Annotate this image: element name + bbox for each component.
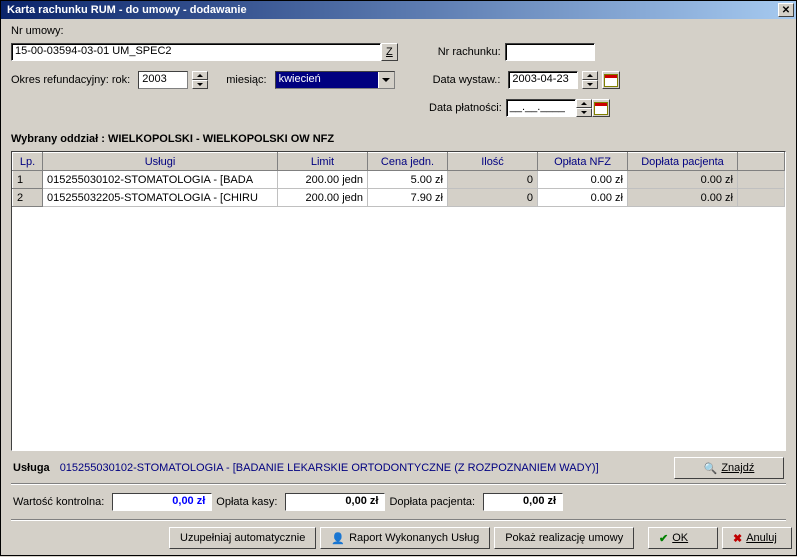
issue-date-input[interactable]: 2003-04-23 <box>508 71 578 89</box>
col-qty[interactable]: Ilość <box>448 153 538 171</box>
report-button[interactable]: 👤 Raport Wykonanych Usług <box>320 527 490 549</box>
branch-text: Wybrany oddział : WIELKOPOLSKI - WIELKOP… <box>5 127 792 151</box>
contract-input[interactable]: 15-00-03594-03-01 UM_SPEC2 <box>11 43 381 61</box>
year-field[interactable]: 2003 <box>138 71 188 89</box>
table-row[interactable]: 1015255030102-STOMATOLOGIA - [BADA200.00… <box>13 171 785 189</box>
refund-label: Okres refundacyjny: rok: <box>11 74 130 86</box>
pay-date-spinner[interactable] <box>576 99 592 117</box>
cash-value: 0,00 zł <box>285 493 385 511</box>
control-value: 0,00 zł <box>112 493 212 511</box>
col-price[interactable]: Cena jedn. <box>368 153 448 171</box>
col-lp[interactable]: Lp. <box>13 153 43 171</box>
person-icon: 👤 <box>331 532 345 545</box>
col-services[interactable]: Usługi <box>43 153 278 171</box>
check-icon: ✔ <box>659 532 668 545</box>
year-spinner[interactable] <box>192 71 208 89</box>
calendar-icon[interactable] <box>602 71 620 89</box>
month-label: miesiąc: <box>226 74 266 86</box>
cancel-button[interactable]: ✖ Anuluj <box>722 527 792 549</box>
ok-button[interactable]: ✔ OK <box>648 527 718 549</box>
col-spare <box>738 153 785 171</box>
patient-pay-value: 0,00 zł <box>483 493 563 511</box>
grid[interactable]: Lp. Usługi Limit Cena jedn. Ilość Opłata… <box>11 151 786 451</box>
calendar-icon[interactable] <box>592 99 610 117</box>
content: Nr umowy: 15-00-03594-03-01 UM_SPEC2 Z N… <box>1 19 796 557</box>
control-label: Wartość kontrolna: <box>13 496 104 508</box>
zoom-icon: 🔍 <box>704 462 718 475</box>
cash-label: Opłata kasy: <box>216 496 277 508</box>
show-realization-button[interactable]: Pokaż realizację umowy <box>494 527 634 549</box>
pay-date-input[interactable]: __.__.____ <box>506 99 576 117</box>
window-title: Karta rachunku RUM - do umowy - dodawani… <box>3 4 778 16</box>
table-row[interactable]: 2015255032205-STOMATOLOGIA - [CHIRU200.0… <box>13 189 785 207</box>
col-limit[interactable]: Limit <box>278 153 368 171</box>
patient-pay-label: Dopłata pacjenta: <box>389 496 475 508</box>
window: Karta rachunku RUM - do umowy - dodawani… <box>0 0 797 556</box>
x-icon: ✖ <box>733 532 742 545</box>
find-button[interactable]: 🔍 Znajdź <box>674 457 784 479</box>
close-icon[interactable]: ✕ <box>778 3 794 17</box>
contract-label: Nr umowy: <box>11 25 64 37</box>
col-nfz[interactable]: Opłata NFZ <box>538 153 628 171</box>
col-patient[interactable]: Dopłata pacjenta <box>628 153 738 171</box>
issue-date-spinner[interactable] <box>582 71 598 89</box>
z-button[interactable]: Z <box>381 43 398 61</box>
service-label: Usługa <box>13 462 50 474</box>
month-select[interactable]: kwiecień <box>275 71 395 89</box>
issue-date-label: Data wystaw.: <box>433 74 501 86</box>
account-label: Nr rachunku: <box>438 46 501 58</box>
pay-date-label: Data płatności: <box>429 102 502 114</box>
service-link: 015255030102-STOMATOLOGIA - [BADANIE LEK… <box>60 462 674 474</box>
chevron-down-icon[interactable] <box>378 72 394 88</box>
auto-fill-button[interactable]: Uzupełniaj automatycznie <box>169 527 316 549</box>
titlebar: Karta rachunku RUM - do umowy - dodawani… <box>1 1 796 19</box>
account-input[interactable] <box>505 43 595 61</box>
